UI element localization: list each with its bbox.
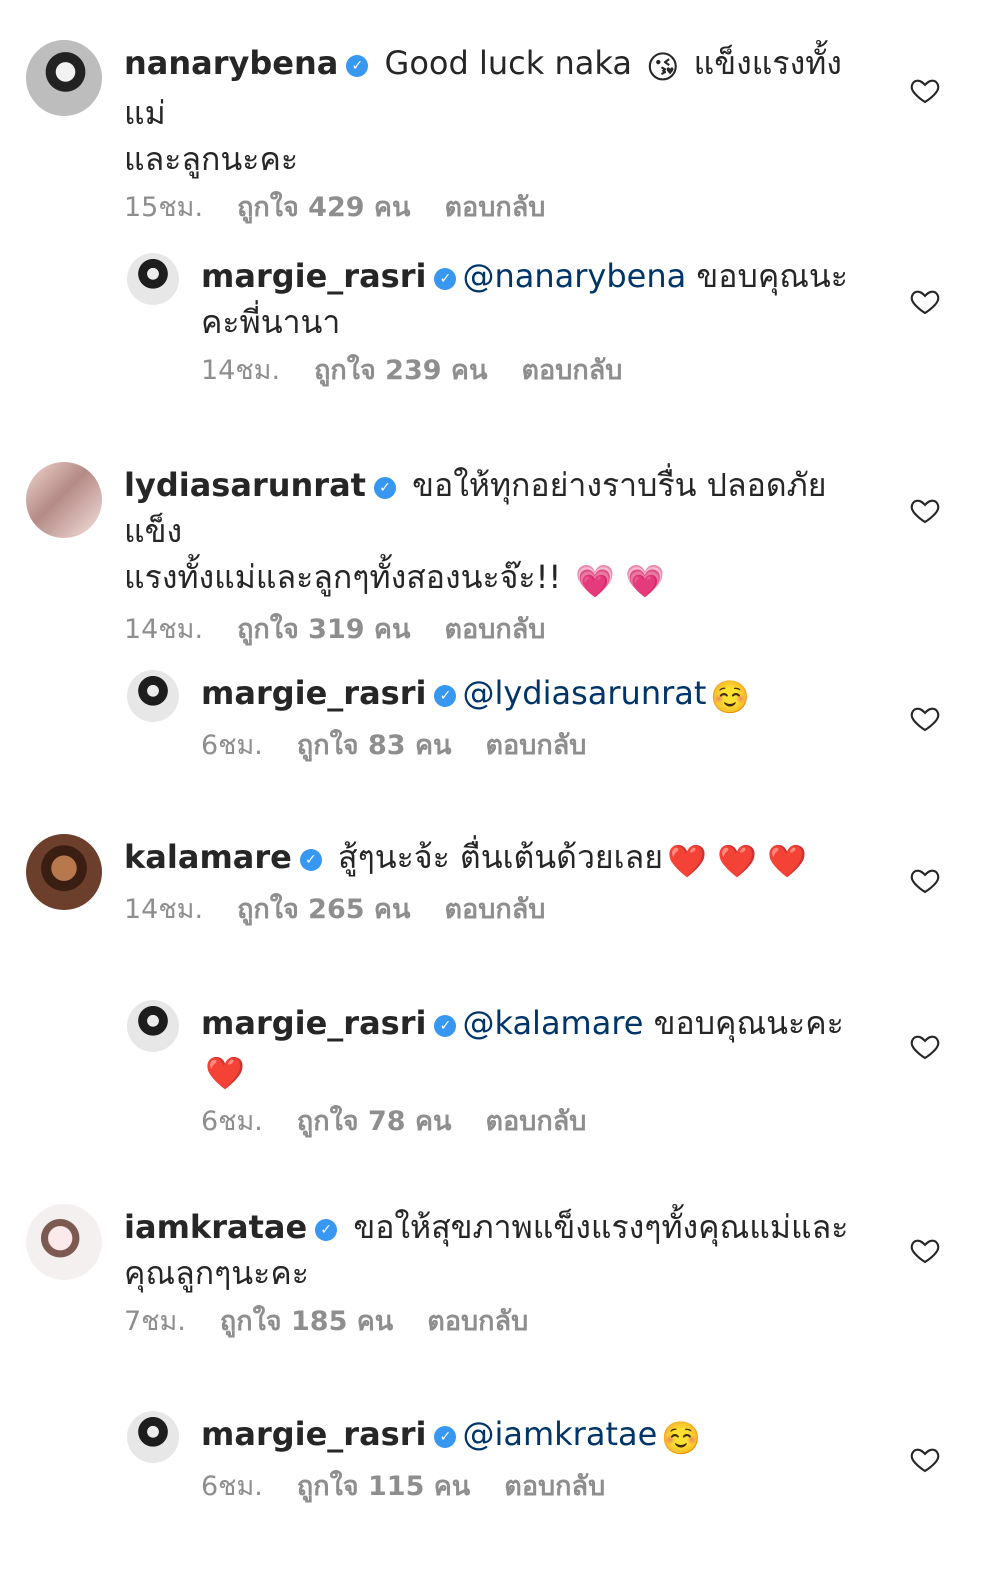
comment-text: margie_rasri ✓ @iamkratae ☺️ — [201, 1411, 861, 1461]
red-heart-emoji-icon: ❤️ — [205, 1054, 245, 1092]
kiss-emoji-icon: 😘 — [646, 48, 680, 86]
mention-link[interactable]: @lydiasarunrat — [462, 674, 706, 712]
comment-body: margie_rasri ✓ @nanarybena ขอบคุณนะ คะพี่น… — [201, 253, 861, 389]
comment-meta: 6ชม. ถูกใจ 78 คน ตอบกลับ — [201, 1104, 861, 1140]
smiling-emoji-icon: ☺️ — [661, 1419, 702, 1457]
verified-badge-icon: ✓ — [299, 849, 322, 871]
comment-time: 6ชม. — [201, 1471, 263, 1502]
heart-icon[interactable] — [909, 494, 941, 526]
avatar[interactable] — [26, 462, 102, 538]
comment-body: margie_rasri ✓ @kalamare ขอบคุณนะคะ ❤️ 6ชม… — [201, 1000, 861, 1140]
comment-meta: 14ชม. ถูกใจ 319 คน ตอบกลับ — [124, 612, 864, 648]
avatar[interactable] — [26, 834, 102, 910]
comment-time: 6ชม. — [201, 730, 263, 761]
comment-text: margie_rasri ✓ @nanarybena ขอบคุณนะ คะพี่น… — [201, 253, 861, 345]
comment-text-part: Good luck naka — [374, 44, 643, 82]
verified-badge-icon: ✓ — [434, 1426, 457, 1448]
username[interactable]: margie_rasri — [201, 257, 426, 295]
comment-meta: 15ชม. ถูกใจ 429 คน ตอบกลับ — [124, 190, 864, 226]
reply-button[interactable]: ตอบกลับ — [504, 1471, 605, 1502]
verified-badge-icon: ✓ — [373, 477, 396, 499]
pink-heart-emoji-icon: 💗 💗 — [575, 562, 666, 600]
verified-badge-icon: ✓ — [434, 268, 457, 290]
likes-count[interactable]: ถูกใจ 185 คน — [220, 1306, 393, 1337]
comment-time: 14ชม. — [201, 355, 281, 386]
comment-text: margie_rasri ✓ @kalamare ขอบคุณนะคะ ❤️ — [201, 1000, 861, 1096]
heart-icon[interactable] — [909, 285, 941, 317]
comment-meta: 14ชม. ถูกใจ 265 คน ตอบกลับ — [124, 892, 864, 928]
comment-body: nanarybena ✓ Good luck naka 😘 แข็งแรงทั้ง… — [124, 40, 864, 226]
username[interactable]: margie_rasri — [201, 1415, 426, 1453]
username[interactable]: lydiasarunrat — [124, 466, 366, 504]
username[interactable]: margie_rasri — [201, 1004, 426, 1042]
comment-text: kalamare ✓ สู้ๆนะจ้ะ ตื่นเต้นด้วยเลย ❤️ ❤️… — [124, 834, 864, 884]
heart-icon[interactable] — [909, 702, 941, 734]
heart-icon[interactable] — [909, 864, 941, 896]
likes-count[interactable]: ถูกใจ 265 คน — [237, 894, 410, 925]
avatar[interactable] — [127, 670, 179, 722]
reply-button[interactable]: ตอบกลับ — [485, 1106, 586, 1137]
comment-text: nanarybena ✓ Good luck naka 😘 แข็งแรงทั้ง… — [124, 40, 864, 182]
avatar[interactable] — [26, 40, 102, 116]
comment-time: 14ชม. — [124, 894, 204, 925]
comment-time: 6ชม. — [201, 1106, 263, 1137]
comment-text-line2: แรงทั้งแม่และลูกๆทั้งสองนะจ๊ะ!! — [124, 558, 572, 596]
comment-text-line2: คุณลูกๆนะคะ — [124, 1254, 309, 1292]
username[interactable]: kalamare — [124, 838, 292, 876]
mention-link[interactable]: @kalamare — [462, 1004, 643, 1042]
heart-icon[interactable] — [909, 1234, 941, 1266]
red-heart-emoji-icon: ❤️ ❤️ ❤️ — [666, 842, 807, 880]
mention-link[interactable]: @nanarybena — [462, 257, 686, 295]
comment-text: margie_rasri ✓ @lydiasarunrat ☺️ — [201, 670, 861, 720]
comment-body: lydiasarunrat ✓ ขอให้ทุกอย่างราบรื่น ปลอด… — [124, 462, 864, 648]
reply-button[interactable]: ตอบกลับ — [444, 192, 545, 223]
avatar[interactable] — [127, 1411, 179, 1463]
smiling-emoji-icon: ☺️ — [710, 678, 751, 716]
heart-icon[interactable] — [909, 74, 941, 106]
comment-text-part: ขอให้สุขภาพแข็งแรงๆทั้งคุณแม่และ — [343, 1208, 849, 1246]
comment-meta: 6ชม. ถูกใจ 83 คน ตอบกลับ — [201, 728, 861, 764]
likes-count[interactable]: ถูกใจ 83 คน — [297, 730, 452, 761]
comment-text: lydiasarunrat ✓ ขอให้ทุกอย่างราบรื่น ปลอด… — [124, 462, 864, 604]
username[interactable]: iamkratae — [124, 1208, 307, 1246]
likes-count[interactable]: ถูกใจ 115 คน — [297, 1471, 470, 1502]
heart-icon[interactable] — [909, 1030, 941, 1062]
avatar[interactable] — [26, 1204, 102, 1280]
likes-count[interactable]: ถูกใจ 319 คน — [237, 614, 410, 645]
likes-count[interactable]: ถูกใจ 239 คน — [314, 355, 487, 386]
avatar[interactable] — [127, 1000, 179, 1052]
comment-time: 15ชม. — [124, 192, 204, 223]
comment-time: 7ชม. — [124, 1306, 186, 1337]
likes-count[interactable]: ถูกใจ 429 คน — [237, 192, 410, 223]
reply-button[interactable]: ตอบกลับ — [427, 1306, 528, 1337]
comment-text-part: ขอบคุณนะคะ — [643, 1004, 844, 1042]
comment-meta: 14ชม. ถูกใจ 239 คน ตอบกลับ — [201, 353, 861, 389]
username[interactable]: margie_rasri — [201, 674, 426, 712]
verified-badge-icon: ✓ — [434, 1015, 457, 1037]
comment-body: iamkratae ✓ ขอให้สุขภาพแข็งแรงๆทั้งคุณแม่… — [124, 1204, 864, 1340]
comment-meta: 6ชม. ถูกใจ 115 คน ตอบกลับ — [201, 1469, 861, 1505]
comment-body: kalamare ✓ สู้ๆนะจ้ะ ตื่นเต้นด้วยเลย ❤️ ❤️… — [124, 834, 864, 928]
mention-link[interactable]: @iamkratae — [462, 1415, 657, 1453]
verified-badge-icon: ✓ — [346, 55, 369, 77]
heart-icon[interactable] — [909, 1443, 941, 1475]
comment-time: 14ชม. — [124, 614, 204, 645]
comment-body: margie_rasri ✓ @lydiasarunrat ☺️ 6ชม. ถูกใจ … — [201, 670, 861, 764]
avatar[interactable] — [127, 253, 179, 305]
comment-text-line2: และลูกนะคะ — [124, 140, 299, 178]
comment-text-line2: คะพี่นานา — [201, 303, 341, 341]
likes-count[interactable]: ถูกใจ 78 คน — [297, 1106, 452, 1137]
verified-badge-icon: ✓ — [315, 1219, 338, 1241]
comment-meta: 7ชม. ถูกใจ 185 คน ตอบกลับ — [124, 1304, 864, 1340]
comment-text: iamkratae ✓ ขอให้สุขภาพแข็งแรงๆทั้งคุณแม่… — [124, 1204, 864, 1296]
comment-text-part: ขอบคุณนะ — [686, 257, 848, 295]
comment-body: margie_rasri ✓ @iamkratae ☺️ 6ชม. ถูกใจ 115 … — [201, 1411, 861, 1505]
reply-button[interactable]: ตอบกลับ — [444, 894, 545, 925]
verified-badge-icon: ✓ — [434, 685, 457, 707]
comment-text-part: สู้ๆนะจ้ะ ตื่นเต้นด้วยเลย — [327, 838, 663, 876]
reply-button[interactable]: ตอบกลับ — [485, 730, 586, 761]
reply-button[interactable]: ตอบกลับ — [444, 614, 545, 645]
reply-button[interactable]: ตอบกลับ — [521, 355, 622, 386]
username[interactable]: nanarybena — [124, 44, 338, 82]
